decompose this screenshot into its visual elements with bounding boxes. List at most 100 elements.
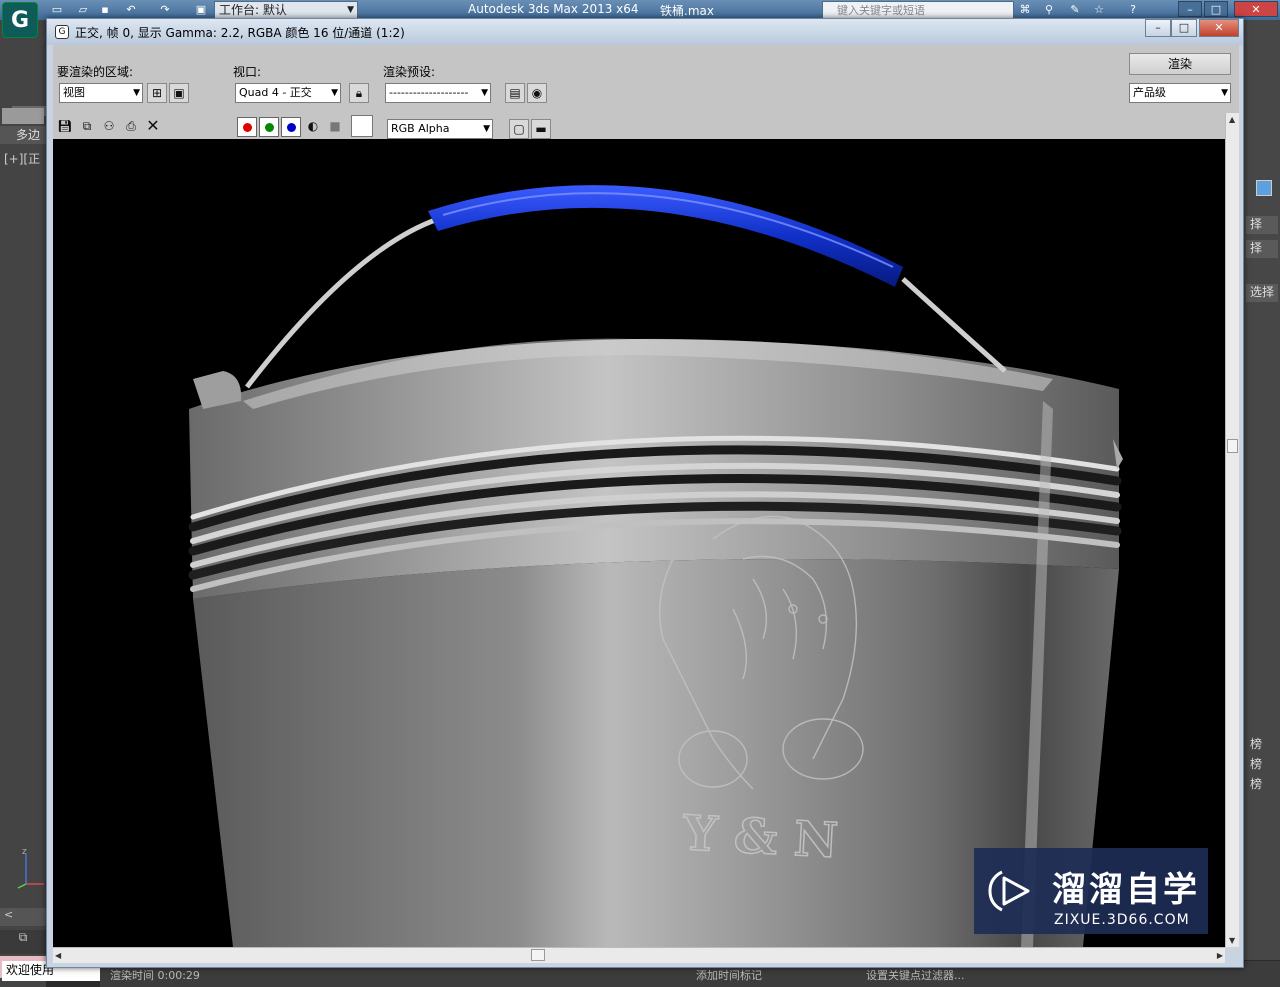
copy-image-icon[interactable]: ⧉ [77, 117, 97, 137]
help-search-input[interactable]: 键入关键字或短语 [822, 1, 1014, 19]
preset-label: 渲染预设: [383, 65, 436, 79]
viewport-select-label: 视口: [233, 65, 262, 79]
main-minimize-button[interactable]: – [1178, 1, 1202, 17]
chevron-down-icon: ▼ [133, 88, 140, 98]
render-window-icon: G [55, 25, 69, 39]
viewport-value: Quad 4 - 正交 [239, 86, 312, 99]
right-panel-item-2[interactable]: 择 [1246, 240, 1278, 258]
main-close-button[interactable]: ✕ [1234, 1, 1278, 17]
area-to-render-select[interactable]: 视图 ▼ [59, 83, 143, 103]
right-panel-bottom-2[interactable]: 榜 [1246, 756, 1278, 774]
environment-icon[interactable]: ◉ [527, 83, 547, 103]
scroll-right-icon[interactable]: ▶ [1217, 951, 1223, 960]
render-quality-select[interactable]: 产品级 ▼ [1129, 83, 1231, 103]
render-button[interactable]: 渲染 [1129, 53, 1231, 75]
communication-icon[interactable]: ✎ [1068, 3, 1082, 17]
workspace-dropdown[interactable]: 工作台: 默认 ▼ [214, 1, 358, 19]
print-image-icon[interactable]: ⎙ [121, 117, 141, 137]
vertical-scrollbar[interactable]: ▲ ▼ [1225, 113, 1239, 947]
left-nav-arrow[interactable]: < [0, 908, 46, 926]
watermark-title: 溜溜自学 [1052, 870, 1200, 910]
render-preset-select[interactable]: -------------------- ▼ [385, 83, 491, 103]
render-window-titlebar[interactable]: G 正交, 帧 0, 显示 Gamma: 2.2, RGBA 颜色 16 位/通… [47, 19, 1243, 45]
main-left-panel: 多边 [+][正 z < ⧉ [0, 20, 46, 987]
vertical-scroll-thumb[interactable] [1227, 439, 1238, 453]
render-window-title: 正交, 帧 0, 显示 Gamma: 2.2, RGBA 颜色 16 位/通道 … [75, 26, 405, 40]
axis-gizmo-icon: z [17, 847, 44, 889]
toggle-ui-overlay-icon[interactable]: ▢ [509, 119, 529, 139]
scroll-left-icon[interactable]: ◀ [55, 951, 61, 960]
channel-display-select[interactable]: RGB Alpha ▼ [387, 119, 493, 139]
green-channel-dot [265, 123, 274, 132]
blue-channel-dot [287, 123, 296, 132]
area-value: 视图 [63, 86, 85, 99]
left-tab[interactable] [2, 108, 44, 124]
rendered-frame-window: G 正交, 帧 0, 显示 Gamma: 2.2, RGBA 颜色 16 位/通… [46, 18, 1244, 968]
bucket-render: Y & N [188, 185, 1123, 947]
viewport-select[interactable]: Quad 4 - 正交 ▼ [235, 83, 341, 103]
handle-grip [428, 185, 903, 287]
timeline-icon[interactable]: ⧉ [0, 930, 46, 954]
main-maximize-button[interactable]: □ [1204, 1, 1228, 17]
favorites-icon[interactable]: ☆ [1092, 3, 1106, 17]
chevron-down-icon: ▼ [1221, 88, 1228, 98]
horizontal-scrollbar[interactable]: ◀ ▶ [53, 947, 1225, 963]
undo-icon[interactable]: ↶ [124, 3, 138, 17]
monochrome-icon[interactable]: ■ [325, 117, 345, 137]
chevron-down-icon: ▼ [483, 124, 490, 134]
main-titlebar: ▭ ▱ ▪ ↶ ↷ ▣ 工作台: 默认 ▼ Autodesk 3ds Max 2… [0, 0, 1280, 20]
watermark-url: ZIXUE.3D66.COM [1054, 912, 1190, 928]
right-panel-bottom-3[interactable]: 榜 [1246, 776, 1278, 794]
alpha-channel-icon[interactable]: ◐ [303, 117, 323, 137]
horizontal-scroll-thumb[interactable] [531, 949, 545, 961]
workspace-label: 工作台: 默认 [219, 3, 287, 17]
project-folder-icon[interactable]: ▣ [194, 3, 208, 17]
play-logo-icon [988, 870, 1030, 912]
render-time: 渲染时间 0:00:29 [110, 969, 200, 982]
render-minimize-button[interactable]: – [1145, 19, 1171, 37]
app-logo-icon[interactable]: G [2, 2, 38, 38]
save-file-icon[interactable]: ▪ [98, 3, 112, 17]
right-panel-item-1[interactable]: 择 [1246, 216, 1278, 234]
scroll-up-icon[interactable]: ▲ [1229, 115, 1235, 124]
toggle-ui-icon[interactable]: ▬ [531, 119, 551, 139]
lock-viewport-icon[interactable]: 🔒︎ [349, 83, 369, 103]
render-maximize-button[interactable]: □ [1171, 19, 1197, 37]
infocenter-icon[interactable]: ⌘ [1018, 3, 1032, 17]
app-title: Autodesk 3ds Max 2013 x64 [468, 2, 639, 16]
viewport-label[interactable]: [+][正 [4, 150, 40, 167]
object-color-swatch[interactable] [1256, 180, 1272, 196]
render-setup-icon[interactable]: ▤ [505, 83, 525, 103]
scroll-down-icon[interactable]: ▼ [1229, 936, 1235, 945]
redo-icon[interactable]: ↷ [158, 3, 172, 17]
green-channel-toggle[interactable] [259, 117, 279, 137]
help-icon[interactable]: ? [1126, 3, 1140, 17]
area-label: 要渲染的区域: [57, 65, 134, 79]
clear-image-icon[interactable]: ✕ [143, 117, 163, 137]
render-close-button[interactable]: ✕ [1199, 19, 1239, 37]
embossed-text: Y & N [681, 805, 840, 869]
save-image-icon[interactable]: 💾︎ [55, 117, 75, 137]
svg-text:z: z [22, 847, 27, 857]
search-icon[interactable]: ⚲ [1042, 3, 1056, 17]
chevron-down-icon: ▼ [347, 5, 354, 15]
color-swatch[interactable] [351, 115, 373, 137]
red-channel-toggle[interactable] [237, 117, 257, 137]
rendered-image[interactable]: Y & N [53, 139, 1225, 947]
right-panel-bottom-1[interactable]: 榜 [1246, 736, 1278, 754]
main-right-panel: 择 择 选择 榜 榜 榜 [1244, 20, 1280, 960]
edit-region-icon[interactable]: ⊞ [147, 83, 167, 103]
file-name: 铁桶.max [660, 4, 714, 18]
blue-channel-toggle[interactable] [281, 117, 301, 137]
key-filters[interactable]: 设置关键点过滤器... [866, 967, 965, 983]
clone-window-icon[interactable]: ⚇ [99, 117, 119, 137]
channel-value: RGB Alpha [391, 122, 450, 135]
chevron-down-icon: ▼ [331, 88, 338, 98]
open-file-icon[interactable]: ▱ [76, 3, 90, 17]
auto-region-icon[interactable]: ▣ [169, 83, 189, 103]
right-panel-item-3[interactable]: 选择 [1246, 284, 1278, 302]
left-tab-label: 多边 [0, 126, 46, 144]
new-file-icon[interactable]: ▭ [50, 3, 64, 17]
watermark: 溜溜自学 ZIXUE.3D66.COM [974, 848, 1208, 934]
add-time-tag[interactable]: 添加时间标记 [696, 967, 762, 983]
